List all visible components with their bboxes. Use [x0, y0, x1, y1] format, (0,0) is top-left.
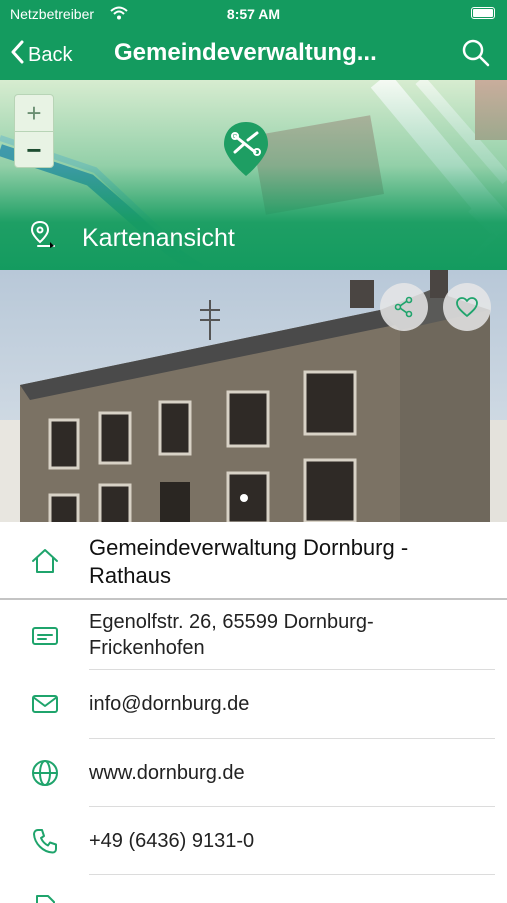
- battery-icon: [471, 7, 495, 19]
- navigation-bar: Back Gemeindeverwaltung...: [0, 28, 507, 80]
- back-label: Back: [28, 43, 73, 66]
- website-row[interactable]: www.dornburg.de: [0, 739, 507, 807]
- pagination-dot[interactable]: [240, 494, 248, 502]
- zoom-control: + −: [14, 94, 54, 168]
- search-icon: [462, 39, 490, 67]
- map-view-link[interactable]: Kartenansicht: [30, 220, 235, 257]
- email-row[interactable]: info@dornburg.de: [0, 670, 507, 738]
- address-card-icon: [30, 621, 60, 651]
- mail-icon: [30, 689, 60, 719]
- name-row: Gemeindeverwaltung Dornburg - Rathaus: [0, 522, 507, 600]
- status-bar: Netzbetreiber 8:57 AM: [0, 0, 507, 28]
- share-button[interactable]: [380, 283, 428, 331]
- favorite-button[interactable]: [443, 283, 491, 331]
- email-link[interactable]: info@dornburg.de: [89, 691, 249, 717]
- chevron-left-icon: [10, 40, 24, 70]
- phone-icon: [30, 826, 60, 856]
- zoom-in-button[interactable]: +: [15, 95, 53, 131]
- town-hall-image: [0, 270, 507, 522]
- location-route-icon: [30, 220, 56, 257]
- zoom-out-button[interactable]: −: [15, 131, 53, 168]
- address-row[interactable]: Egenolfstr. 26, 65599 Dornburg-Frickenho…: [0, 601, 507, 669]
- phone-row[interactable]: +49 (6436) 9131-0: [0, 807, 507, 875]
- clock-label: 8:57 AM: [226, 6, 281, 22]
- place-name: Gemeindeverwaltung Dornburg - Rathaus: [89, 535, 409, 588]
- website-link[interactable]: www.dornburg.de: [89, 760, 245, 786]
- globe-icon: [30, 758, 60, 788]
- name-divider: [0, 598, 507, 600]
- map-view-label: Kartenansicht: [82, 224, 235, 252]
- home-icon: [30, 546, 60, 576]
- photo-pagination[interactable]: [240, 494, 248, 502]
- map-pin-icon[interactable]: [222, 120, 270, 183]
- address-text: Egenolfstr. 26, 65599 Dornburg-Frickenho…: [89, 611, 374, 659]
- heart-icon: [456, 297, 478, 317]
- next-row[interactable]: [0, 875, 507, 903]
- search-button[interactable]: [461, 38, 491, 73]
- document-icon: [30, 893, 60, 903]
- building-photo[interactable]: [0, 270, 507, 522]
- back-button[interactable]: Back: [10, 40, 72, 70]
- phone-link[interactable]: +49 (6436) 9131-0: [89, 828, 254, 854]
- page-title: Gemeindeverwaltung...: [114, 39, 377, 66]
- share-icon: [394, 296, 413, 318]
